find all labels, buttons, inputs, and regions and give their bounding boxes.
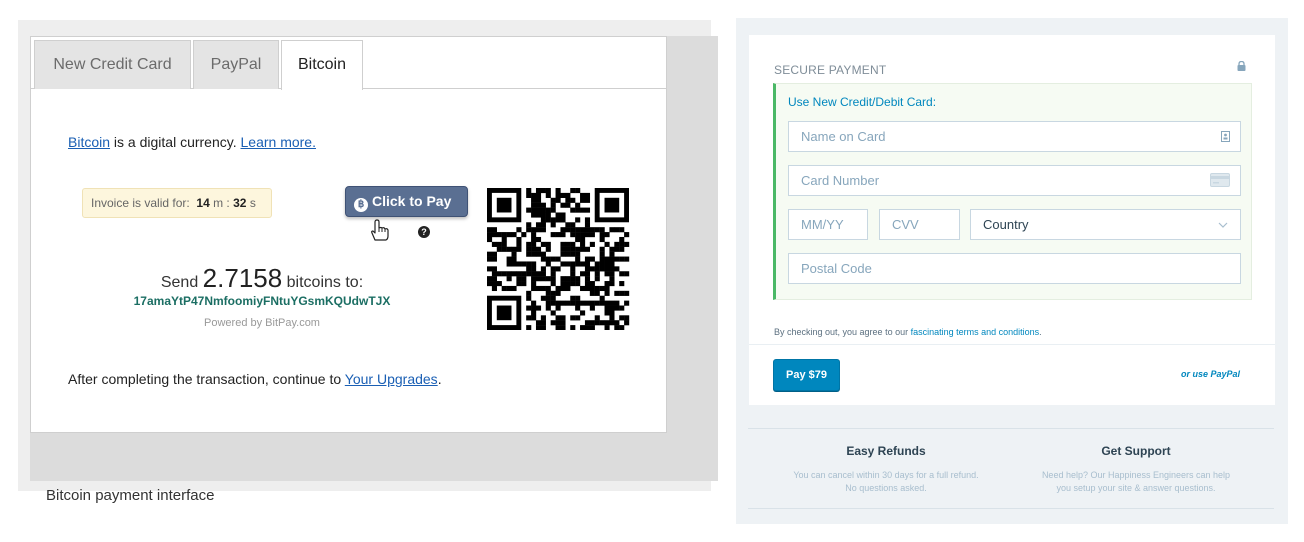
credit-card-icon <box>1210 173 1230 187</box>
bitcoin-figure: New Credit Card PayPal Bitcoin Bitcoin i… <box>18 20 718 504</box>
feature-description: Need help? Our Happiness Engineers can h… <box>1016 469 1256 495</box>
after-text: After completing the transaction, contin… <box>68 371 345 387</box>
form-heading: Use New Credit/Debit Card: <box>788 95 937 109</box>
after-end: . <box>437 371 442 387</box>
bitcoin-link[interactable]: Bitcoin <box>68 134 110 150</box>
invoice-seconds-unit: s <box>249 196 256 210</box>
payment-tabs-panel: New Credit Card PayPal Bitcoin Bitcoin i… <box>30 36 667 433</box>
credit-card-form: Use New Credit/Debit Card: Name on Card … <box>773 83 1252 300</box>
terms-link[interactable]: fascinating terms and conditions <box>911 327 1040 337</box>
features-divider-top <box>748 428 1274 429</box>
your-upgrades-link[interactable]: Your Upgrades <box>345 371 438 387</box>
pay-button[interactable]: Pay $79 <box>773 359 840 391</box>
learn-more-link[interactable]: Learn more. <box>241 134 316 150</box>
feature-line: Need help? Our Happiness Engineers can h… <box>1041 470 1231 480</box>
send-suffix: bitcoins to: <box>286 274 364 291</box>
tab-new-credit-card[interactable]: New Credit Card <box>34 40 191 89</box>
contact-card-icon <box>1221 131 1230 142</box>
feature-get-support: Get Support Need help? Our Happiness Eng… <box>1016 444 1256 495</box>
tab-paypal[interactable]: PayPal <box>193 40 279 89</box>
secure-payment-title: SECURE PAYMENT <box>774 63 887 77</box>
expiry-placeholder: MM/YY <box>801 217 844 232</box>
name-on-card-field[interactable]: Name on Card <box>788 121 1241 152</box>
tab-strip: New Credit Card PayPal Bitcoin <box>31 37 666 90</box>
qr-code <box>487 188 630 330</box>
lock-icon <box>1237 61 1246 71</box>
chevron-down-icon <box>1218 222 1228 228</box>
cvv-placeholder: CVV <box>892 217 919 232</box>
terms-suffix: . <box>1039 327 1042 337</box>
invoice-label: Invoice is valid for: <box>91 196 190 210</box>
country-value: Country <box>983 217 1029 232</box>
invoice-minutes: 14 <box>196 196 210 210</box>
bitcoin-figure-frame: New Credit Card PayPal Bitcoin Bitcoin i… <box>30 36 718 504</box>
bitcoin-amount: 2.7158 <box>202 263 283 293</box>
payment-card: SECURE PAYMENT Use New Credit/Debit Card… <box>749 35 1275 405</box>
feature-title: Easy Refunds <box>846 444 926 458</box>
click-to-pay-button[interactable]: ฿ Click to Pay <box>345 186 468 217</box>
country-select[interactable]: Country <box>970 209 1241 240</box>
feature-line: No questions asked. <box>845 483 927 493</box>
bitcoin-content: Bitcoin is a digital currency. Learn mor… <box>32 89 665 432</box>
features-divider-bottom <box>748 508 1274 509</box>
tab-bitcoin[interactable]: Bitcoin <box>281 40 363 90</box>
secure-payment-figure: SECURE PAYMENT Use New Credit/Debit Card… <box>736 18 1288 524</box>
feature-easy-refunds: Easy Refunds You can cancel within 30 da… <box>766 444 1006 495</box>
feature-description: You can cancel within 30 days for a full… <box>766 469 1006 495</box>
bitcoin-intro: Bitcoin is a digital currency. Learn mor… <box>68 134 316 150</box>
name-on-card-placeholder: Name on Card <box>801 129 886 144</box>
bitcoin-intro-text: is a digital currency. <box>110 134 241 150</box>
terms-prefix: By checking out, you agree to our <box>774 327 911 337</box>
invoice-timer: Invoice is valid for: 14 m : 32 s <box>82 188 272 218</box>
help-icon[interactable]: ? <box>418 226 430 238</box>
hand-pointer-icon <box>371 219 389 241</box>
terms-text: By checking out, you agree to our fascin… <box>774 327 1042 337</box>
feature-line: you setup your site & answer questions. <box>1056 483 1216 493</box>
cvv-field[interactable]: CVV <box>879 209 960 240</box>
postal-code-placeholder: Postal Code <box>801 261 872 276</box>
figure-caption: Bitcoin payment interface <box>46 487 215 504</box>
card-number-field[interactable]: Card Number <box>788 165 1241 196</box>
send-prefix: Send <box>160 274 199 291</box>
postal-code-field[interactable]: Postal Code <box>788 253 1241 284</box>
click-to-pay-label: Click to Pay <box>372 193 452 209</box>
invoice-minutes-unit: m <box>213 196 224 210</box>
bitcoin-icon: ฿ <box>354 198 368 212</box>
after-transaction-text: After completing the transaction, contin… <box>68 371 442 387</box>
expiry-field[interactable]: MM/YY <box>788 209 868 240</box>
feature-title: Get Support <box>1101 444 1171 458</box>
card-number-placeholder: Card Number <box>801 173 880 188</box>
invoice-seconds: 32 <box>233 196 247 210</box>
powered-by: Powered by BitPay.com <box>204 317 320 329</box>
send-amount: Send 2.7158 bitcoins to: <box>92 263 432 294</box>
paypal-link[interactable]: or use PayPal <box>1181 369 1240 379</box>
feature-line: You can cancel within 30 days for a full… <box>793 470 979 480</box>
card-divider <box>749 344 1275 345</box>
bitcoin-address: 17amaYtP47NmfoomiyFNtuYGsmKQUdwTJX <box>133 294 391 308</box>
